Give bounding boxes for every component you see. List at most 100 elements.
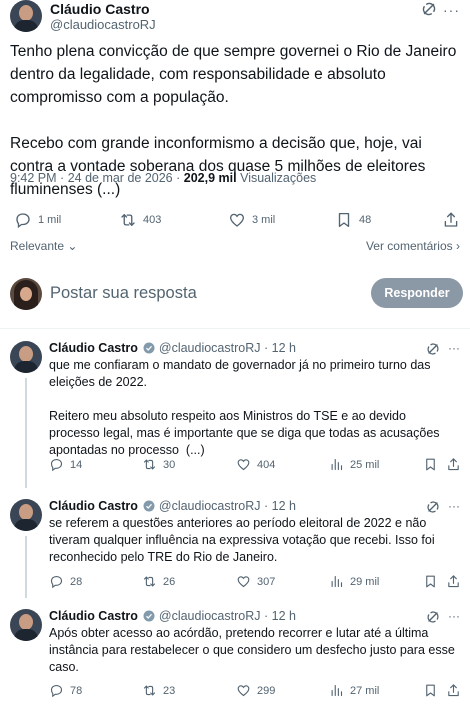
bookmark-count: 48 (359, 214, 372, 226)
like-button[interactable]: 3 mil (228, 211, 275, 229)
reply-count: 1 mil (38, 214, 62, 226)
repost-icon (143, 576, 156, 587)
reply-author-handle[interactable]: @claudiocastroRJ (159, 341, 261, 355)
author-name[interactable]: Cláudio Castro (50, 1, 150, 17)
reply-button[interactable]: 1 mil (14, 211, 61, 229)
author-avatar[interactable] (10, 0, 42, 32)
bookmark-icon (338, 212, 350, 228)
share-icon (448, 684, 459, 697)
reply-age[interactable]: 12 h (272, 609, 296, 623)
reply-actions: 28 26 307 29 mil (49, 574, 461, 592)
grok-icon[interactable] (425, 499, 441, 515)
user-avatar[interactable] (10, 278, 42, 310)
bookmark-icon (426, 458, 435, 471)
reply-avatar[interactable] (10, 609, 42, 641)
more-options-icon[interactable]: ··· (448, 499, 460, 513)
heart-icon (237, 685, 250, 697)
like-button[interactable]: 299 (236, 683, 275, 698)
divider (0, 328, 470, 329)
verified-badge-icon (143, 500, 155, 512)
like-button[interactable]: 404 (236, 457, 275, 472)
reply-button[interactable]: 28 (49, 574, 82, 589)
share-button[interactable] (442, 211, 460, 229)
like-count: 404 (257, 458, 276, 471)
share-button[interactable] (446, 574, 461, 589)
reply-age[interactable]: 12 h (272, 341, 296, 355)
repost-button[interactable]: 26 (142, 574, 175, 589)
verified-badge-icon (143, 610, 155, 622)
repost-button[interactable]: 30 (142, 457, 175, 472)
sort-dropdown[interactable]: Relevante ⌄ (10, 239, 77, 253)
author-name-text[interactable]: Cláudio Castro (50, 1, 150, 17)
author-handle[interactable]: @claudiocastroRJ (50, 17, 156, 32)
heart-icon (237, 459, 250, 471)
reply-composer: Postar sua resposta Responder (0, 276, 470, 314)
more-options-icon[interactable]: ··· (443, 2, 460, 18)
reply-text: se referem a questões anteriores ao perí… (49, 516, 439, 564)
share-button[interactable] (446, 683, 461, 698)
reply-avatar[interactable] (10, 499, 42, 531)
bookmark-button[interactable] (423, 683, 438, 698)
views-count: 25 mil (350, 458, 380, 471)
grok-icon[interactable] (425, 609, 441, 625)
tweet-meta: 9:42 PM · 24 de mar de 2026 · 202,9 mil … (10, 171, 316, 185)
reply-author-name[interactable]: Cláudio Castro (49, 341, 138, 355)
views-button[interactable]: 25 mil (329, 457, 379, 472)
avatar-body (14, 20, 38, 32)
reply-author-name[interactable]: Cláudio Castro (49, 499, 138, 513)
views-button[interactable]: 29 mil (329, 574, 379, 589)
meta-separator: · (263, 341, 272, 355)
view-comments-label: Ver comentários (365, 239, 453, 253)
views-chart-icon (331, 575, 343, 588)
tweet-time[interactable]: 9:42 PM (10, 171, 57, 185)
meta-separator: · (176, 171, 184, 185)
reply-avatar[interactable] (10, 341, 42, 373)
grok-icon[interactable] (425, 341, 441, 357)
repost-count: 26 (163, 575, 176, 588)
thread-reply[interactable]: Cláudio Castro @claudiocastroRJ · 12 h ·… (0, 499, 470, 598)
reply-count: 78 (70, 684, 83, 697)
repost-icon (143, 685, 156, 696)
bookmark-button[interactable]: 48 (335, 211, 371, 229)
sort-label: Relevante (10, 239, 65, 253)
reply-input[interactable]: Postar sua resposta (50, 284, 197, 303)
view-comments-link[interactable]: Ver comentários › (366, 239, 460, 253)
repost-button[interactable]: 23 (142, 683, 175, 698)
grok-icon[interactable] (420, 0, 438, 18)
repost-button[interactable]: 403 (119, 211, 161, 229)
reply-age[interactable]: 12 h (272, 499, 296, 513)
views-chart-icon (331, 684, 343, 697)
reply-header: Cláudio Castro @claudiocastroRJ · 12 h (49, 341, 296, 355)
share-button[interactable] (446, 457, 461, 472)
avatar-body (14, 361, 38, 373)
share-icon (444, 212, 458, 227)
bookmark-button[interactable] (423, 574, 438, 589)
reply-author-handle[interactable]: @claudiocastroRJ (159, 499, 261, 513)
reply-text: Após obter acesso ao acórdão, pretendo r… (49, 626, 459, 674)
reply-button[interactable]: 78 (49, 683, 82, 698)
reply-header: Cláudio Castro @claudiocastroRJ · 12 h (49, 609, 296, 623)
views-button[interactable]: 27 mil (329, 683, 379, 698)
repost-icon (143, 459, 156, 470)
thread-reply[interactable]: Cláudio Castro @claudiocastroRJ · 12 h ·… (0, 341, 470, 488)
reply-submit-button[interactable]: Responder (371, 278, 463, 308)
like-button[interactable]: 307 (236, 574, 275, 589)
bookmark-icon (426, 684, 435, 697)
views-count: 202,9 mil (183, 171, 237, 185)
reply-author-name[interactable]: Cláudio Castro (49, 609, 138, 623)
reply-actions: 14 30 404 25 mil (49, 457, 461, 475)
more-options-icon[interactable]: ··· (448, 341, 460, 355)
reply-header: Cláudio Castro @claudiocastroRJ · 12 h (49, 499, 296, 513)
avatar-body (14, 629, 38, 641)
thread-line (25, 536, 27, 598)
bookmark-button[interactable] (423, 457, 438, 472)
share-icon (448, 458, 459, 471)
reply-button[interactable]: 14 (49, 457, 82, 472)
chevron-down-icon: ⌄ (67, 239, 78, 253)
main-tweet: Cláudio Castro @claudiocastroRJ ··· Tenh… (0, 0, 470, 329)
tweet-date[interactable]: 24 de mar de 2026 (68, 171, 173, 185)
reply-author-handle[interactable]: @claudiocastroRJ (159, 609, 261, 623)
thread-reply[interactable]: Cláudio Castro @claudiocastroRJ · 12 h ·… (0, 609, 470, 703)
heart-icon (229, 213, 245, 227)
more-options-icon[interactable]: ··· (448, 609, 460, 623)
